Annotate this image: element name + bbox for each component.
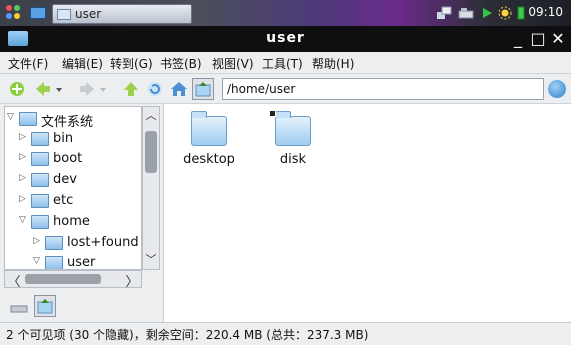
status-bar: 2 个可见项 (30 个隐藏)，剩余空间：220.4 MB (总共：237.3 … [0, 322, 571, 345]
back-icon[interactable] [34, 80, 52, 98]
window-titlebar[interactable]: user _ □ ✕ [0, 26, 571, 52]
tree-horizontal-scrollbar[interactable]: 〈 〉 [4, 270, 142, 290]
menu-view[interactable]: 视图(V) [212, 55, 254, 72]
vertical-scroll-thumb[interactable] [145, 131, 157, 173]
maximize-button[interactable]: □ [530, 29, 546, 48]
forward-history-dropdown-icon[interactable] [98, 80, 108, 98]
menu-bookmarks[interactable]: 书签(B) [160, 55, 202, 72]
collapse-arrow-icon[interactable]: ▽ [19, 215, 29, 225]
path-input[interactable] [223, 79, 543, 99]
side-panel: ▽ 文件系统 ▷ bin ▷ boot ▷ dev ▷ etc ▽ home ▷… [0, 104, 164, 322]
places-tab-icon[interactable] [8, 295, 30, 317]
expand-arrow-icon[interactable]: ▷ [19, 132, 29, 142]
menu-go[interactable]: 转到(G) [110, 55, 153, 72]
close-button[interactable]: ✕ [550, 29, 566, 48]
taskbar-window-label: user [75, 7, 102, 21]
expand-arrow-icon[interactable]: ▷ [19, 152, 29, 162]
folder-icon [45, 256, 63, 269]
menu-tools[interactable]: 工具(T) [262, 55, 303, 72]
menu-help[interactable]: 帮助(H) [312, 55, 354, 72]
tree-node-label: dev [53, 172, 77, 187]
folder-icon [31, 152, 49, 166]
file-item-label: disk [279, 152, 307, 167]
folder-icon [275, 111, 311, 146]
up-icon[interactable] [122, 80, 140, 98]
folder-icon [19, 112, 37, 126]
folder-icon [191, 111, 227, 146]
tree-node-label: user [67, 255, 96, 270]
go-icon[interactable] [548, 80, 566, 98]
tree-tab-icon[interactable] [34, 295, 56, 317]
location-bar[interactable] [222, 78, 544, 100]
side-panel-tabs [4, 294, 164, 318]
tree-vertical-scrollbar[interactable]: ︿ ﹀ [142, 106, 160, 270]
expand-arrow-icon[interactable]: ▷ [19, 173, 29, 183]
tree-node-label: home [53, 214, 90, 229]
tree-node-label: lost+found [67, 235, 139, 250]
clock[interactable]: 09:10 [528, 5, 563, 19]
window-list-icon[interactable] [30, 7, 46, 19]
refresh-icon[interactable] [146, 80, 164, 98]
battery-icon[interactable] [516, 6, 526, 20]
collapse-arrow-icon[interactable]: ▽ [7, 112, 17, 122]
file-item-disk[interactable]: disk [257, 110, 329, 172]
back-history-dropdown-icon[interactable] [54, 80, 64, 98]
keyboard-icon[interactable] [458, 6, 474, 20]
file-view[interactable]: desktop disk [165, 104, 571, 322]
app-grid-icon[interactable] [6, 5, 22, 21]
play-icon[interactable] [480, 6, 494, 20]
horizontal-scroll-thumb[interactable] [25, 274, 101, 284]
file-item-label: desktop [183, 152, 235, 167]
scroll-right-arrow-icon[interactable]: 〉 [123, 271, 141, 290]
new-tab-icon[interactable] [8, 80, 26, 98]
menu-file[interactable]: 文件(F) [8, 55, 48, 72]
symlink-badge-icon [269, 110, 276, 117]
tree-node-label: etc [53, 193, 74, 208]
collapse-arrow-icon[interactable]: ▽ [33, 256, 43, 266]
menu-bar: 文件(F) 编辑(E) 转到(G) 书签(B) 视图(V) 工具(T) 帮助(H… [0, 52, 571, 74]
toolbar [0, 74, 571, 104]
menu-edit[interactable]: 编辑(E) [62, 55, 103, 72]
status-text: 2 个可见项 (30 个隐藏)，剩余空间：220.4 MB (总共：237.3 … [6, 328, 369, 342]
forward-icon[interactable] [78, 80, 96, 98]
tree-node-label: bin [53, 131, 74, 146]
scroll-up-arrow-icon[interactable]: ︿ [143, 107, 159, 125]
expand-arrow-icon[interactable]: ▷ [19, 194, 29, 204]
expand-arrow-icon[interactable]: ▷ [33, 236, 43, 246]
window-title: user [266, 30, 305, 46]
folder-icon [31, 215, 49, 229]
tree-node-label: 文件系统 [41, 115, 94, 130]
brightness-icon[interactable] [498, 6, 512, 20]
window-icon [57, 9, 71, 20]
taskbar-window-tab[interactable]: user [52, 4, 192, 24]
system-taskbar: user 09:10 [0, 0, 571, 26]
folder-icon [31, 173, 49, 187]
folder-icon [31, 132, 49, 146]
folder-icon [45, 236, 63, 250]
scroll-down-arrow-icon[interactable]: ﹀ [143, 251, 159, 269]
minimize-button[interactable]: _ [510, 29, 526, 48]
network-icon[interactable] [436, 6, 452, 20]
tree-node-label: boot [53, 151, 83, 166]
home-icon[interactable] [170, 80, 188, 98]
folder-up-icon[interactable] [192, 78, 214, 100]
scroll-left-arrow-icon[interactable]: 〈 [5, 271, 23, 290]
file-item-desktop[interactable]: desktop [173, 110, 245, 172]
directory-tree: ▽ 文件系统 ▷ bin ▷ boot ▷ dev ▷ etc ▽ home ▷… [4, 106, 142, 270]
folder-icon [31, 194, 49, 208]
